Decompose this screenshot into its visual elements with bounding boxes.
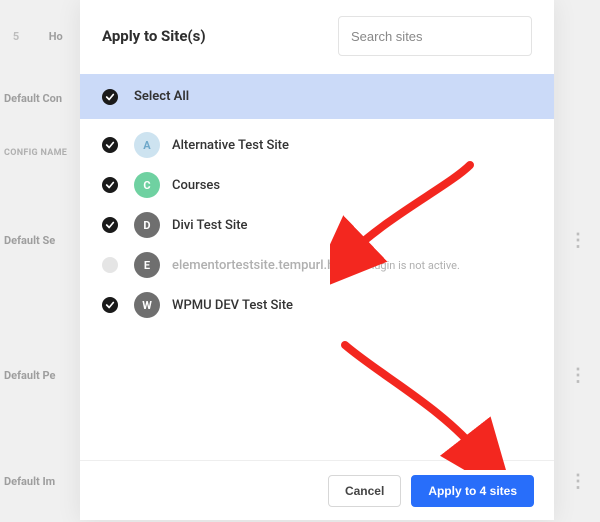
bg-overflow-menu-1[interactable]: ⋮ [554,230,600,251]
site-avatar: D [134,212,160,238]
check-icon [105,180,115,190]
search-input[interactable] [338,16,532,56]
site-avatar: E [134,252,160,278]
apply-to-sites-modal: Apply to Site(s) Select All A Alternative… [80,0,554,520]
apply-button[interactable]: Apply to 4 sites [411,475,534,507]
site-checkbox [102,257,118,273]
bg-col-num: 5 [4,30,28,43]
select-all-row[interactable]: Select All [80,74,554,119]
check-icon [105,300,115,310]
check-icon [105,140,115,150]
site-inactive-note: Plugin is not active. [365,259,460,272]
bg-overflow-menu-2[interactable]: ⋮ [554,365,600,386]
cancel-button[interactable]: Cancel [328,475,401,507]
modal-title: Apply to Site(s) [102,27,206,45]
check-icon [105,220,115,230]
site-row[interactable]: W WPMU DEV Test Site [80,285,554,325]
modal-header: Apply to Site(s) [80,0,554,74]
modal-footer: Cancel Apply to 4 sites [80,460,554,520]
site-checkbox[interactable] [102,137,118,153]
site-row[interactable]: A Alternative Test Site [80,125,554,165]
bg-overflow-menu-3[interactable]: ⋮ [554,471,600,492]
site-row: Eelementortestsite.tempurl.host Plugin is… [80,245,554,285]
bg-text-0: Ho [49,30,63,43]
site-name: WPMU DEV Test Site [172,298,293,313]
site-row[interactable]: C Courses [80,165,554,205]
site-name: Alternative Test Site [172,138,289,153]
site-avatar: A [134,132,160,158]
site-row[interactable]: D Divi Test Site [80,205,554,245]
site-checkbox[interactable] [102,177,118,193]
site-list: A Alternative Test Site C Courses D Divi Test… [80,119,554,331]
site-name: Courses [172,178,220,193]
site-name: elementortestsite.tempurl.host [172,258,353,273]
select-all-checkbox[interactable] [102,89,118,105]
select-all-label: Select All [134,89,189,104]
site-avatar: C [134,172,160,198]
site-checkbox[interactable] [102,217,118,233]
site-name: Divi Test Site [172,218,248,233]
site-avatar: W [134,292,160,318]
site-checkbox[interactable] [102,297,118,313]
check-icon [105,92,115,102]
